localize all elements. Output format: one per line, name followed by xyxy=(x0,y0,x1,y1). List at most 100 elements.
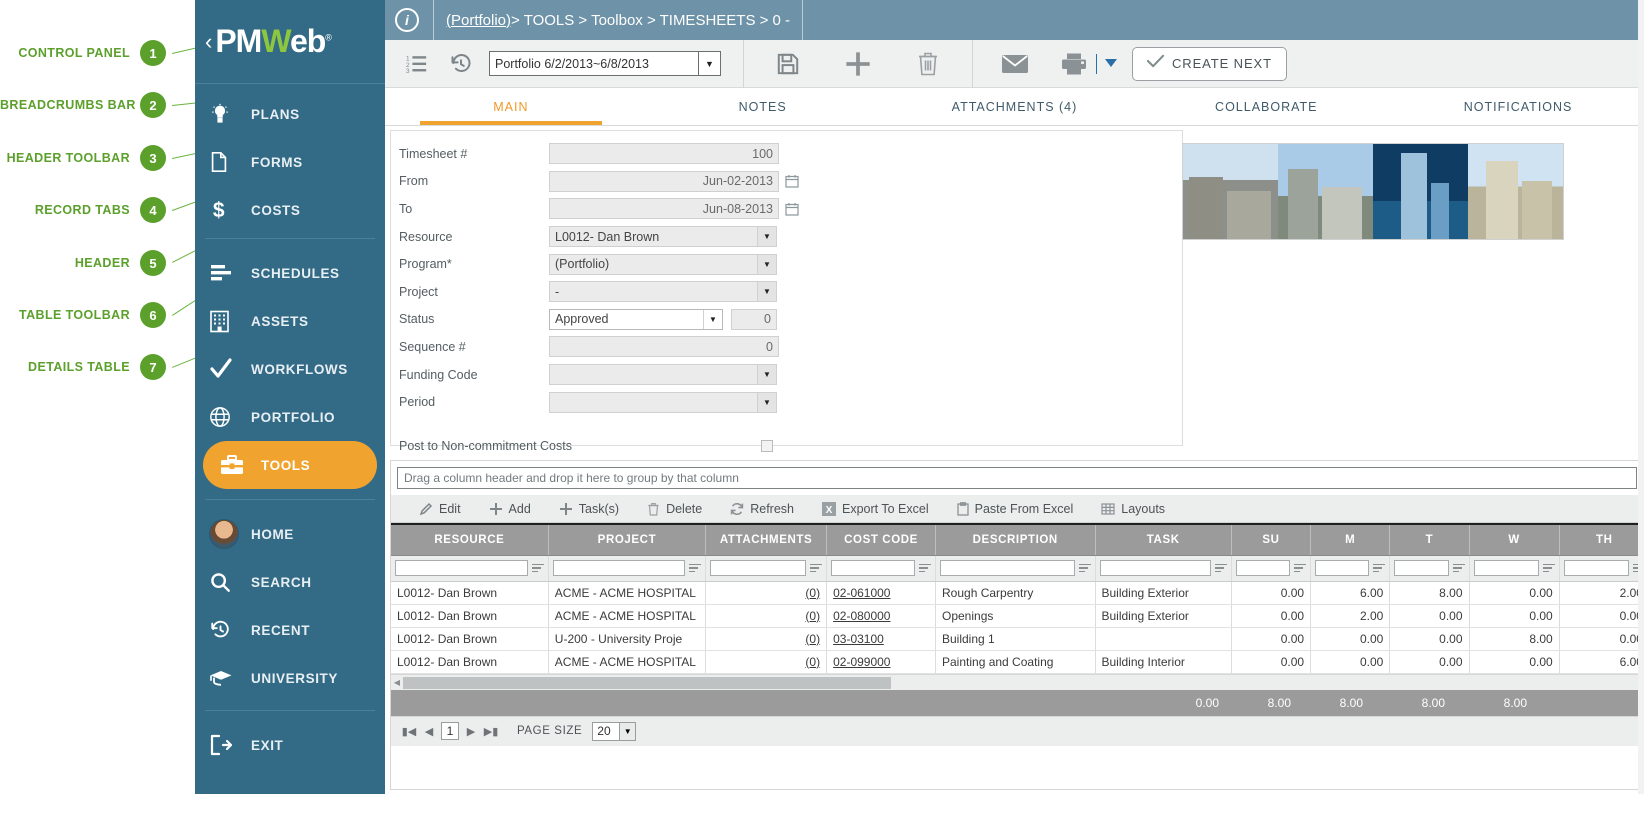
current-page[interactable]: 1 xyxy=(441,722,459,740)
table-row[interactable]: L0012- Dan Brown ACME - ACME HOSPITAL (0… xyxy=(391,650,1643,674)
create-next-button[interactable]: CREATE NEXT xyxy=(1132,46,1287,81)
tab-notes[interactable]: NOTES xyxy=(637,88,889,125)
filter-cell-description[interactable] xyxy=(935,555,1096,582)
filter-input[interactable] xyxy=(552,560,686,576)
filter-icon[interactable] xyxy=(1373,562,1386,574)
sidebar-item-assets[interactable]: ASSETS xyxy=(195,297,385,345)
last-page-icon[interactable]: ▶▮ xyxy=(483,722,499,740)
sidebar-item-forms[interactable]: FORMS xyxy=(195,138,385,186)
breadcrumb-root-link[interactable]: (Portfolio) xyxy=(446,12,511,29)
filter-input[interactable] xyxy=(1235,560,1291,576)
sidebar-logo[interactable]: ‹ PMWeb® xyxy=(195,0,385,84)
tab-attachments[interactable]: ATTACHMENTS (4) xyxy=(889,88,1141,125)
from-date-field[interactable]: Jun-02-2013 xyxy=(549,170,779,192)
table-tasks-button[interactable]: Task(s) xyxy=(545,495,633,523)
scroll-left-icon[interactable]: ◀ xyxy=(391,678,403,687)
cell-attachments[interactable]: (0) xyxy=(705,581,828,605)
filter-input[interactable] xyxy=(940,560,1075,576)
column-header-project[interactable]: PROJECT xyxy=(548,525,707,556)
filter-cell-task[interactable] xyxy=(1095,555,1232,582)
trash-icon[interactable] xyxy=(906,44,950,84)
envelope-icon[interactable] xyxy=(993,44,1037,84)
sidebar-item-workflows[interactable]: WORKFLOWS xyxy=(195,345,385,393)
table-row[interactable]: L0012- Dan Brown U-200 - University Proj… xyxy=(391,627,1643,651)
chevron-down-icon[interactable]: ▼ xyxy=(703,309,722,329)
page-vertical-scrollbar[interactable] xyxy=(1638,0,1644,794)
filter-icon[interactable] xyxy=(1078,562,1091,574)
attachments-link[interactable]: (0) xyxy=(805,586,820,600)
filter-icon[interactable] xyxy=(531,562,544,574)
sidebar-item-schedules[interactable]: SCHEDULES xyxy=(195,249,385,297)
tab-collaborate[interactable]: COLLABORATE xyxy=(1140,88,1392,125)
table-layouts-button[interactable]: Layouts xyxy=(1087,495,1179,523)
to-date-field[interactable]: Jun-08-2013 xyxy=(549,198,779,220)
column-header-t[interactable]: T xyxy=(1389,525,1470,556)
cell-cost-code[interactable]: 02-099000 xyxy=(826,650,936,674)
table-delete-button[interactable]: Delete xyxy=(633,495,716,523)
calendar-icon[interactable] xyxy=(785,202,799,216)
filter-icon[interactable] xyxy=(1542,562,1555,574)
next-page-icon[interactable]: ▶ xyxy=(463,722,479,740)
period-select[interactable]: ▼ xyxy=(549,391,777,413)
column-header-attachments[interactable]: ATTACHMENTS xyxy=(705,525,828,556)
filter-cell-th[interactable] xyxy=(1559,555,1643,582)
filter-input[interactable] xyxy=(1099,560,1211,576)
record-select[interactable]: Portfolio 6/2/2013~6/8/2013 ▼ xyxy=(489,51,721,76)
group-by-dropzone[interactable]: Drag a column header and drop it here to… xyxy=(397,467,1637,489)
filter-input[interactable] xyxy=(395,560,528,576)
filter-cell-cost-code[interactable] xyxy=(826,555,936,582)
column-header-cost-code[interactable]: COST CODE xyxy=(826,525,936,556)
filter-input[interactable] xyxy=(1394,560,1449,576)
project-select[interactable]: - ▼ xyxy=(549,281,777,303)
chevron-down-icon[interactable]: ▼ xyxy=(757,227,776,247)
tab-main[interactable]: MAIN xyxy=(385,88,637,125)
cost-code-link[interactable]: 02-099000 xyxy=(833,655,890,669)
chevron-down-icon[interactable]: ▼ xyxy=(698,52,720,75)
filter-input[interactable] xyxy=(710,560,807,576)
attachments-link[interactable]: (0) xyxy=(805,609,820,623)
filter-icon[interactable] xyxy=(689,562,702,574)
scrollbar-thumb[interactable] xyxy=(403,676,891,689)
chevron-down-icon[interactable]: ▼ xyxy=(620,721,637,741)
cost-code-link[interactable]: 03-03100 xyxy=(833,632,884,646)
cell-attachments[interactable]: (0) xyxy=(705,650,828,674)
filter-input[interactable] xyxy=(831,560,915,576)
filter-input[interactable] xyxy=(1473,560,1539,576)
attachments-link[interactable]: (0) xyxy=(805,632,820,646)
prev-page-icon[interactable]: ◀ xyxy=(421,722,437,740)
table-export-excel-button[interactable]: X Export To Excel xyxy=(808,495,943,523)
status-select[interactable]: Approved ▼ xyxy=(549,308,723,330)
program-select[interactable]: (Portfolio) ▼ xyxy=(549,253,777,275)
sidebar-item-exit[interactable]: EXIT xyxy=(195,721,385,769)
column-header-resource[interactable]: RESOURCE xyxy=(391,525,549,556)
page-size-select[interactable]: 20 ▼ xyxy=(592,721,637,741)
numbered-list-icon[interactable]: 1 2 3 xyxy=(395,44,439,84)
plus-icon[interactable] xyxy=(836,44,880,84)
filter-icon[interactable] xyxy=(919,562,931,574)
chevron-left-icon[interactable]: ‹ xyxy=(205,30,212,53)
sidebar-item-recent[interactable]: RECENT xyxy=(195,606,385,654)
table-row[interactable]: L0012- Dan Brown ACME - ACME HOSPITAL (0… xyxy=(391,604,1643,628)
filter-cell-project[interactable] xyxy=(548,555,707,582)
column-header-th[interactable]: TH xyxy=(1559,525,1643,556)
cell-cost-code[interactable]: 03-03100 xyxy=(826,627,936,651)
filter-icon[interactable] xyxy=(1294,562,1307,574)
history-icon[interactable] xyxy=(439,44,483,84)
chevron-down-icon[interactable]: ▼ xyxy=(757,392,776,412)
chevron-down-icon[interactable]: ▼ xyxy=(757,282,776,302)
filter-cell-m[interactable] xyxy=(1310,555,1391,582)
first-page-icon[interactable]: ▮◀ xyxy=(401,722,417,740)
filter-icon[interactable] xyxy=(810,562,823,574)
column-header-description[interactable]: DESCRIPTION xyxy=(935,525,1096,556)
cost-code-link[interactable]: 02-080000 xyxy=(833,609,890,623)
calendar-icon[interactable] xyxy=(785,174,799,188)
table-refresh-button[interactable]: Refresh xyxy=(716,495,808,523)
horizontal-scrollbar[interactable]: ◀ xyxy=(391,673,1643,690)
filter-input[interactable] xyxy=(1315,560,1370,576)
column-header-w[interactable]: W xyxy=(1469,525,1560,556)
resource-select[interactable]: L0012- Dan Brown ▼ xyxy=(549,226,777,248)
sidebar-item-plans[interactable]: PLANS xyxy=(195,90,385,138)
filter-icon[interactable] xyxy=(1214,562,1227,574)
table-paste-excel-button[interactable]: Paste From Excel xyxy=(943,495,1088,523)
sidebar-item-home[interactable]: HOME xyxy=(195,510,385,558)
